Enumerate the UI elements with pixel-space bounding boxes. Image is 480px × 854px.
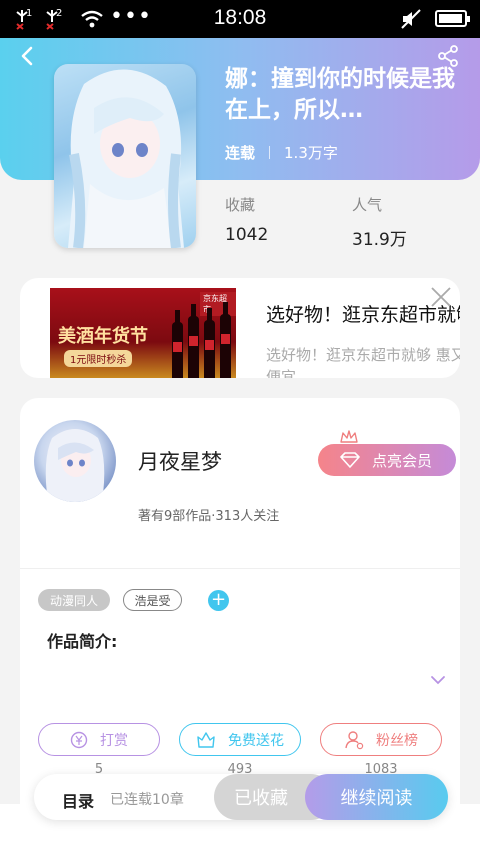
chapter-count: 已连载10章 bbox=[110, 792, 184, 808]
crown-icon bbox=[340, 430, 358, 443]
tag-custom[interactable]: 浩是受 bbox=[123, 589, 182, 611]
book-status-line: 连载 1.3万字 bbox=[225, 142, 338, 163]
status-bar: 1 2 ••• 18:08 bbox=[0, 0, 480, 38]
vip-button[interactable]: 点亮会员 bbox=[318, 444, 456, 476]
tag-anime[interactable]: 动漫同人 bbox=[38, 589, 110, 611]
favorites-stat: 收藏 1042 bbox=[225, 194, 268, 245]
fans-icon bbox=[344, 730, 364, 750]
fans-ranking-button[interactable]: 粉丝榜 bbox=[320, 723, 442, 756]
ad-image[interactable]: 京东超市 美酒年货节 1元限时秒杀 bbox=[50, 288, 236, 378]
continue-reading-button[interactable]: 继续阅读 bbox=[305, 774, 448, 820]
author-name[interactable]: 月夜星梦 bbox=[138, 446, 222, 476]
wine-bottle bbox=[204, 308, 215, 378]
send-flower-label: 免费送花 bbox=[228, 732, 284, 749]
word-count: 1.3万字 bbox=[284, 144, 338, 162]
serial-status: 连载 bbox=[225, 144, 256, 162]
book-title: 娜：撞到你的时候是我在上，所以… bbox=[225, 66, 455, 123]
diamond-icon bbox=[340, 452, 360, 468]
ad-description: 选好物！逛京东超市就够 惠又便宜 bbox=[266, 346, 460, 378]
close-icon[interactable] bbox=[430, 286, 452, 308]
ad-card[interactable]: 京东超市 美酒年货节 1元限时秒杀 选好物！逛京东超市就够 选好物！逛京东超市就… bbox=[20, 278, 460, 378]
battery-icon bbox=[435, 10, 470, 27]
back-arrow-icon[interactable] bbox=[16, 44, 40, 68]
mute-icon bbox=[401, 9, 421, 29]
toc-button[interactable]: 目录 bbox=[62, 788, 94, 812]
ad-banner-text: 美酒年货节 bbox=[58, 326, 148, 347]
coin-icon bbox=[70, 731, 88, 749]
avatar[interactable] bbox=[34, 420, 116, 502]
favorites-value: 1042 bbox=[225, 225, 269, 245]
avatar-illustration bbox=[45, 429, 105, 502]
book-cover[interactable] bbox=[54, 64, 196, 248]
popularity-value: 31.9万 bbox=[352, 230, 407, 250]
popularity-stat: 人气 31.9万 bbox=[352, 194, 407, 250]
add-tag-button[interactable]: + bbox=[208, 590, 229, 611]
divider bbox=[20, 568, 460, 569]
wine-bottle bbox=[220, 302, 231, 378]
wine-bottle bbox=[172, 310, 183, 378]
send-flower-button[interactable]: 免费送花 bbox=[179, 723, 301, 756]
fans-ranking-label: 粉丝榜 bbox=[376, 732, 418, 749]
ad-logo: 京东超市 bbox=[200, 292, 236, 316]
wine-bottle bbox=[188, 304, 199, 378]
tip-label: 打赏 bbox=[100, 732, 128, 749]
chevron-down-icon[interactable] bbox=[430, 672, 446, 688]
tip-button[interactable]: 打赏 bbox=[38, 723, 160, 756]
cover-illustration bbox=[68, 69, 184, 248]
ad-banner-sub: 1元限时秒杀 bbox=[64, 350, 133, 367]
intro-label: 作品简介: bbox=[47, 632, 118, 651]
author-meta: 著有9部作品·313人关注 bbox=[138, 509, 280, 524]
vip-button-label: 点亮会员 bbox=[372, 451, 433, 470]
flower-icon bbox=[196, 731, 216, 749]
favorites-label: 收藏 bbox=[225, 196, 256, 214]
popularity-label: 人气 bbox=[352, 196, 383, 214]
divider bbox=[269, 146, 271, 159]
